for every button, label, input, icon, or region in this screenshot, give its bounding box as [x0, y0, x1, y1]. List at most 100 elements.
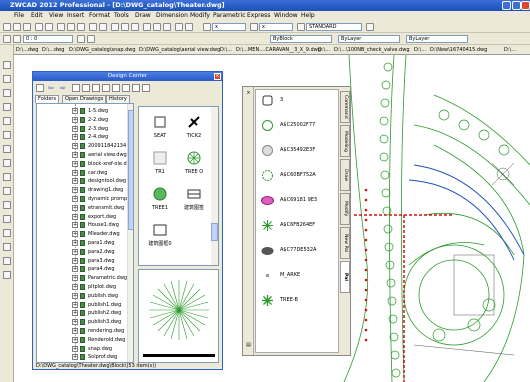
- block-item[interactable]: TICK2: [177, 111, 211, 145]
- design-center-icon[interactable]: [153, 23, 161, 31]
- region-icon[interactable]: [3, 243, 11, 251]
- forward-arrow-icon[interactable]: ⇨: [60, 84, 68, 92]
- tab-new-pal[interactable]: New Pal: [340, 227, 350, 259]
- tab-pal[interactable]: Pal: [340, 261, 350, 293]
- table-style-icon[interactable]: [297, 23, 305, 31]
- file-tab[interactable]: D:\...MEN....CARAVAN__3_X_9.dwg: [236, 45, 321, 54]
- menu-insert[interactable]: Insert: [67, 11, 84, 21]
- menu-window[interactable]: Window: [274, 11, 298, 21]
- preview-toggle-icon[interactable]: [122, 84, 130, 92]
- file-tab[interactable]: D:\...: [504, 45, 516, 54]
- palette-item[interactable]: A$C35492E3F: [256, 142, 338, 160]
- linetype-select[interactable]: ByLayer: [338, 35, 400, 43]
- menu-modify[interactable]: Modify: [190, 11, 210, 21]
- dim-style-icon[interactable]: [250, 23, 258, 31]
- file-tab[interactable]: D:\...: [220, 45, 232, 54]
- content-scrollbar[interactable]: [211, 107, 218, 265]
- text-style-icon[interactable]: [203, 23, 211, 31]
- tab-draw[interactable]: Draw: [340, 159, 350, 191]
- close-icon[interactable]: ×: [214, 73, 221, 80]
- file-tab[interactable]: D:\New\16740415.dwg: [430, 45, 487, 54]
- tab-modeling[interactable]: Modeling: [340, 125, 350, 157]
- menu-parametric[interactable]: Parametric: [213, 11, 246, 21]
- menu-express[interactable]: Express: [247, 11, 270, 21]
- tab-modify[interactable]: Modify: [340, 193, 350, 225]
- minimize-button[interactable]: [502, 1, 511, 10]
- new-icon[interactable]: [3, 23, 11, 31]
- insert-block-icon[interactable]: [3, 187, 11, 195]
- cut-icon[interactable]: [57, 23, 65, 31]
- folder-tree[interactable]: +1-5.dwg +2-2.dwg +2-3.dwg +2-4.dwg +200…: [36, 103, 134, 363]
- color-select[interactable]: ByBlock: [270, 35, 332, 43]
- maximize-button[interactable]: [512, 1, 521, 10]
- palette-item[interactable]: 3: [256, 92, 338, 110]
- arc-icon[interactable]: [3, 117, 11, 125]
- table-icon[interactable]: [3, 257, 11, 265]
- file-tab[interactable]: D:\DWG_catalog\aerial view.dwg: [139, 45, 220, 54]
- redo-icon[interactable]: [99, 23, 107, 31]
- menu-format[interactable]: Format: [89, 11, 110, 21]
- layer-icon[interactable]: [3, 35, 11, 43]
- make-block-icon[interactable]: [3, 201, 11, 209]
- line-icon[interactable]: [3, 61, 11, 69]
- layer-select[interactable]: 0 : 0: [23, 35, 73, 43]
- zoom-window-icon[interactable]: [131, 23, 139, 31]
- file-tab[interactable]: D:\...dwg: [16, 45, 38, 54]
- menu-edit[interactable]: Edit: [31, 11, 43, 21]
- revcloud-icon[interactable]: [3, 145, 11, 153]
- palette-item[interactable]: A$C60BF752A: [256, 167, 338, 185]
- favorites-icon[interactable]: [92, 84, 100, 92]
- undo-icon[interactable]: [89, 23, 97, 31]
- up-folder-icon[interactable]: [72, 84, 80, 92]
- calculator-icon[interactable]: [175, 23, 183, 31]
- search-icon[interactable]: [82, 84, 90, 92]
- ellipse-icon[interactable]: [3, 173, 11, 181]
- make-current-icon[interactable]: [77, 35, 85, 43]
- file-tab[interactable]: D:\...: [318, 45, 330, 54]
- help-icon[interactable]: [185, 23, 193, 31]
- polygon-icon[interactable]: [3, 89, 11, 97]
- palette-item[interactable]: A$C77DE532A: [256, 242, 338, 260]
- menu-draw[interactable]: Draw: [135, 11, 151, 21]
- file-tab[interactable]: D:\...dwg: [42, 45, 64, 54]
- close-icon[interactable]: ×: [245, 90, 252, 97]
- polyline-icon[interactable]: [3, 75, 11, 83]
- save-icon[interactable]: [23, 23, 31, 31]
- description-icon[interactable]: [132, 84, 140, 92]
- palette-item[interactable]: M_ARKE: [256, 267, 338, 285]
- preview-icon[interactable]: [45, 23, 53, 31]
- lineweight-select[interactable]: ByLayer: [406, 35, 468, 43]
- home-icon[interactable]: [102, 84, 110, 92]
- standard-style-select[interactable]: STANDARD: [306, 23, 362, 31]
- menu-view[interactable]: View: [49, 11, 63, 21]
- copy-icon[interactable]: [67, 23, 75, 31]
- block-item[interactable]: TREE O: [177, 147, 211, 181]
- properties-icon[interactable]: ▤: [245, 342, 252, 349]
- palette-item[interactable]: A$C69181 9E3: [256, 192, 338, 210]
- circle-icon[interactable]: [3, 131, 11, 139]
- file-tab[interactable]: D:\...: [414, 45, 426, 54]
- spline-icon[interactable]: [3, 159, 11, 167]
- menu-file[interactable]: File: [14, 11, 24, 21]
- open-icon[interactable]: [13, 23, 21, 31]
- layer-previous-icon[interactable]: [87, 35, 95, 43]
- rectangle-icon[interactable]: [3, 103, 11, 111]
- block-item[interactable]: 建筑图框0: [143, 219, 177, 253]
- tab-folders[interactable]: Folders: [35, 95, 60, 103]
- load-icon[interactable]: [36, 84, 44, 92]
- palette-item[interactable]: A$C6FB264EF: [256, 217, 338, 235]
- tree-toggle-icon[interactable]: [112, 84, 120, 92]
- point-icon[interactable]: [3, 215, 11, 223]
- layer-state-icon[interactable]: [13, 35, 21, 43]
- mtext-icon[interactable]: [3, 271, 11, 279]
- file-tab[interactable]: D:\...\100NB_check_valve.dwg: [334, 45, 410, 54]
- tree-scrollbar[interactable]: [127, 104, 133, 362]
- tool-palette-icon[interactable]: [163, 23, 171, 31]
- dim-style-select[interactable]: x: [259, 23, 293, 31]
- properties-icon[interactable]: [143, 23, 151, 31]
- menu-dimension[interactable]: Dimension: [156, 11, 188, 21]
- block-item[interactable]: SEAT: [143, 111, 177, 145]
- paste-icon[interactable]: [77, 23, 85, 31]
- palette-item[interactable]: TREE-B: [256, 292, 338, 310]
- menu-help[interactable]: Help: [301, 11, 315, 21]
